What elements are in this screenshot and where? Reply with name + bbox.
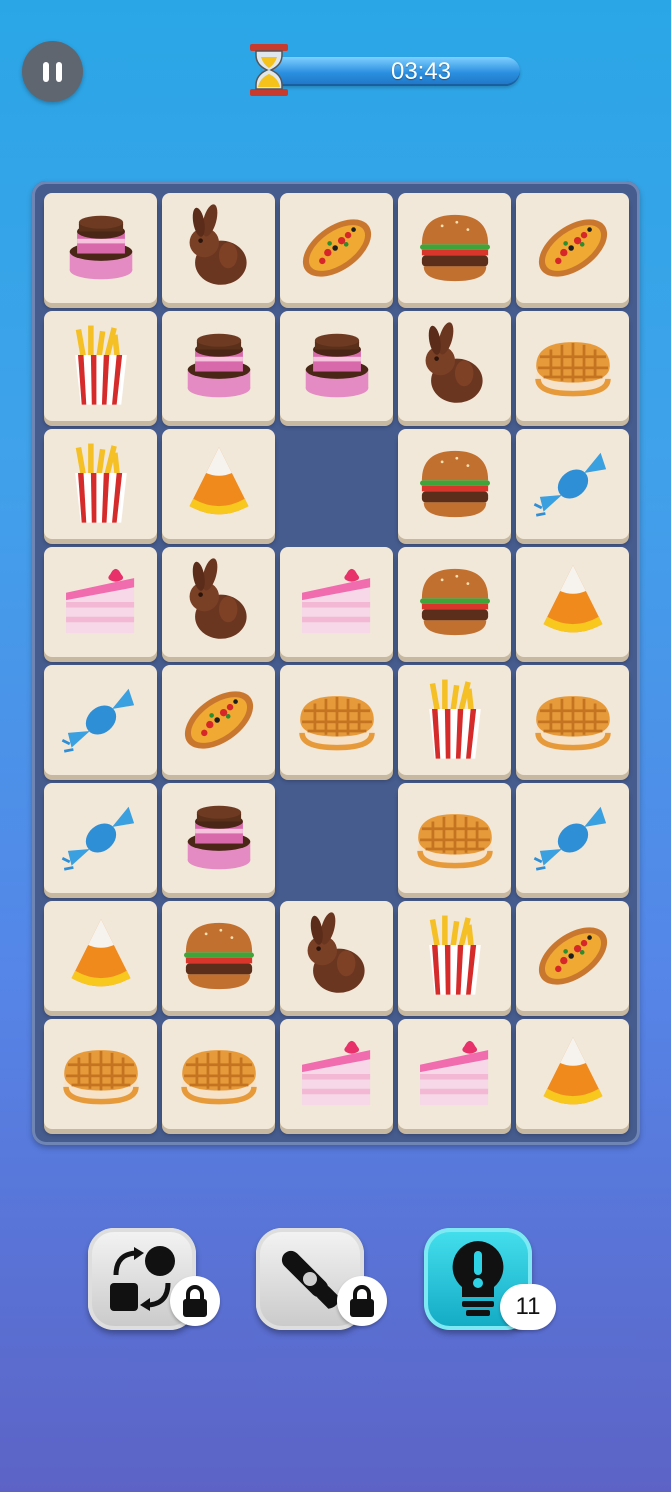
tile-cake[interactable] xyxy=(44,193,157,303)
tile-waffle[interactable] xyxy=(516,311,629,421)
tile-waffle[interactable] xyxy=(162,1019,275,1129)
tile-cake-slice[interactable] xyxy=(44,547,157,657)
waffle-icon xyxy=(291,674,383,766)
tile-cake-slice[interactable] xyxy=(398,1019,511,1129)
tile-cake-slice[interactable] xyxy=(280,1019,393,1129)
pizza-icon xyxy=(174,679,263,761)
tile-bunny[interactable] xyxy=(280,901,393,1011)
tile-candy-corn[interactable] xyxy=(162,429,275,539)
candy-corn-icon xyxy=(189,447,248,515)
tile-bunny[interactable] xyxy=(162,193,275,303)
bunny-icon xyxy=(189,556,247,639)
tile-candy-corn[interactable] xyxy=(516,547,629,657)
bunny-icon xyxy=(425,320,483,403)
tile-waffle[interactable] xyxy=(398,783,511,893)
pizza-icon xyxy=(528,207,617,289)
candy-corn-icon xyxy=(543,1037,602,1105)
cake-slice-icon xyxy=(301,568,370,634)
pause-icon xyxy=(43,61,62,82)
fries-icon xyxy=(74,325,127,405)
waffle-icon xyxy=(55,1028,147,1120)
fries-icon xyxy=(74,443,127,523)
wrapped-candy-icon xyxy=(60,805,135,871)
burger-icon xyxy=(183,922,254,990)
bunny-icon xyxy=(189,202,247,285)
tile-cake-slice[interactable] xyxy=(280,547,393,657)
tile-pizza[interactable] xyxy=(516,193,629,303)
tile-fries[interactable] xyxy=(398,901,511,1011)
tile-cake[interactable] xyxy=(280,311,393,421)
burger-icon xyxy=(419,568,490,636)
candy-corn-icon xyxy=(543,565,602,633)
tile-burger[interactable] xyxy=(398,429,511,539)
tile-burger[interactable] xyxy=(162,901,275,1011)
tile-pizza[interactable] xyxy=(162,665,275,775)
wrapped-candy-icon xyxy=(532,451,607,517)
cake-icon xyxy=(187,805,250,870)
waffle-icon xyxy=(527,674,619,766)
wrapped-candy-icon xyxy=(532,805,607,871)
bunny-icon xyxy=(307,910,365,993)
timer-text: 03:43 xyxy=(390,58,452,85)
tile-waffle[interactable] xyxy=(44,1019,157,1129)
tile-bunny[interactable] xyxy=(398,311,511,421)
tile-fries[interactable] xyxy=(44,429,157,539)
tile-waffle[interactable] xyxy=(516,665,629,775)
fries-icon xyxy=(428,679,481,759)
tile-cake[interactable] xyxy=(162,783,275,893)
pizza-icon xyxy=(528,915,617,997)
pause-button[interactable] xyxy=(22,41,83,102)
cake-slice-icon xyxy=(65,568,134,634)
lock-icon xyxy=(337,1276,387,1326)
candy-corn-icon xyxy=(71,919,130,987)
tile-waffle[interactable] xyxy=(280,665,393,775)
tile-pizza[interactable] xyxy=(516,901,629,1011)
tile-fries[interactable] xyxy=(398,665,511,775)
lock-icon xyxy=(170,1276,220,1326)
burger-icon xyxy=(419,450,490,518)
waffle-icon xyxy=(409,792,501,884)
pizza-icon xyxy=(292,207,381,289)
cake-slice-icon xyxy=(419,1040,488,1106)
cake-slice-icon xyxy=(301,1040,370,1106)
cake-icon xyxy=(69,215,132,280)
tile-burger[interactable] xyxy=(398,547,511,657)
tile-burger[interactable] xyxy=(398,193,511,303)
cake-icon xyxy=(187,333,250,398)
hourglass-icon xyxy=(250,44,288,96)
tile-fries[interactable] xyxy=(44,311,157,421)
waffle-icon xyxy=(173,1028,265,1120)
tile-wrapped-candy[interactable] xyxy=(516,429,629,539)
tile-wrapped-candy[interactable] xyxy=(516,783,629,893)
tile-pizza[interactable] xyxy=(280,193,393,303)
tile-cake[interactable] xyxy=(162,311,275,421)
hint-count-badge: 11 xyxy=(500,1284,556,1330)
tile-wrapped-candy[interactable] xyxy=(44,783,157,893)
burger-icon xyxy=(419,214,490,282)
tile-candy-corn[interactable] xyxy=(44,901,157,1011)
wrapped-candy-icon xyxy=(60,687,135,753)
fries-icon xyxy=(428,915,481,995)
waffle-icon xyxy=(527,320,619,412)
tile-bunny[interactable] xyxy=(162,547,275,657)
tile-wrapped-candy[interactable] xyxy=(44,665,157,775)
game-board xyxy=(32,181,640,1145)
timer-bar: 03:43 xyxy=(262,57,520,86)
tile-candy-corn[interactable] xyxy=(516,1019,629,1129)
cake-icon xyxy=(305,333,368,398)
